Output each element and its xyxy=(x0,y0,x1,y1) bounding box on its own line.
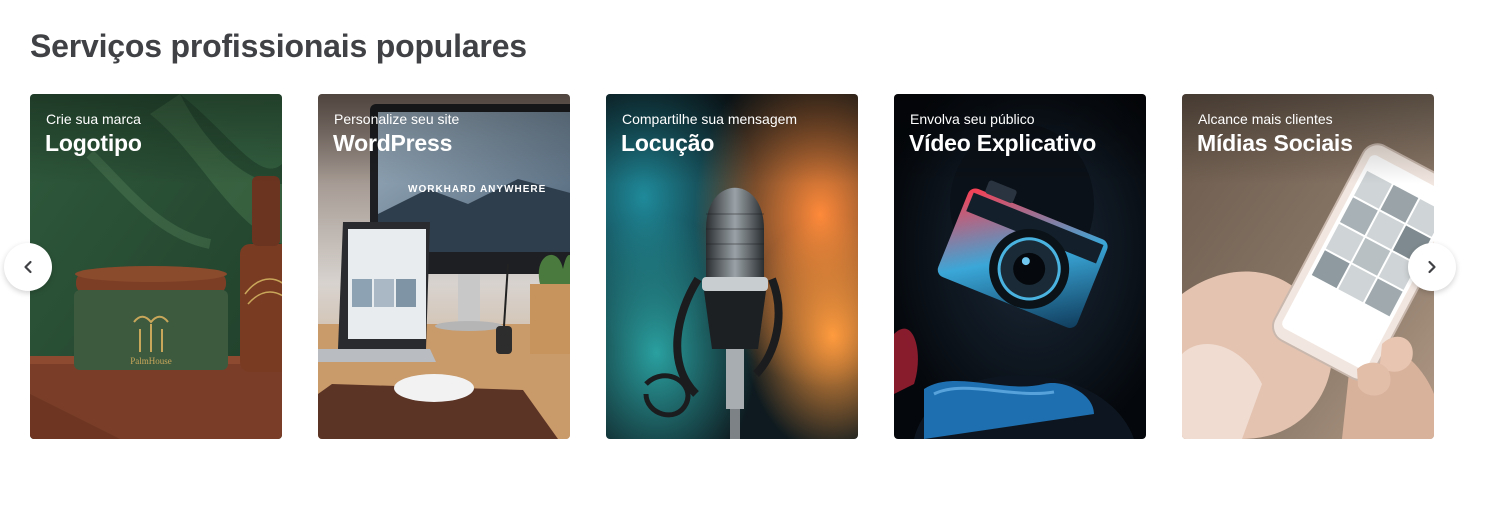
palmhouse-label: PalmHouse xyxy=(130,356,172,366)
carousel-next-button[interactable] xyxy=(1408,243,1456,291)
services-carousel: PalmHouse Crie sua marca Logotipo WORKHA… xyxy=(30,94,1434,439)
chevron-left-icon xyxy=(24,260,32,274)
popular-services-section: Serviços profissionais populares PalmHou… xyxy=(0,0,1487,515)
card-title: Logotipo xyxy=(45,130,142,156)
card-subtitle: Alcance mais clientes xyxy=(1198,111,1333,127)
monitor-screen-text: WORKHARD ANYWHERE xyxy=(408,184,546,195)
card-subtitle: Compartilhe sua mensagem xyxy=(622,111,798,127)
card-subtitle: Personalize seu site xyxy=(334,111,460,127)
card-title: WordPress xyxy=(333,130,453,156)
service-card-midias-sociais[interactable]: Alcance mais clientes Mídias Sociais xyxy=(1182,94,1434,439)
section-title: Serviços profissionais populares xyxy=(30,28,527,64)
card-subtitle: Crie sua marca xyxy=(46,111,141,127)
chevron-right-icon xyxy=(1428,260,1436,274)
card-title: Mídias Sociais xyxy=(1197,130,1353,156)
service-card-wordpress[interactable]: WORKHARD ANYWHERE Personalize seu site W… xyxy=(318,94,570,439)
service-card-logotipo[interactable]: PalmHouse Crie sua marca Logotipo xyxy=(30,94,282,439)
carousel-prev-button[interactable] xyxy=(4,243,52,291)
service-card-video-explicativo[interactable]: Envolva seu público Vídeo Explicativo xyxy=(894,94,1146,439)
card-title: Locução xyxy=(621,130,715,156)
service-card-locucao[interactable]: Compartilhe sua mensagem Locução xyxy=(606,94,858,439)
card-title: Vídeo Explicativo xyxy=(909,130,1097,156)
card-subtitle: Envolva seu público xyxy=(910,111,1035,127)
